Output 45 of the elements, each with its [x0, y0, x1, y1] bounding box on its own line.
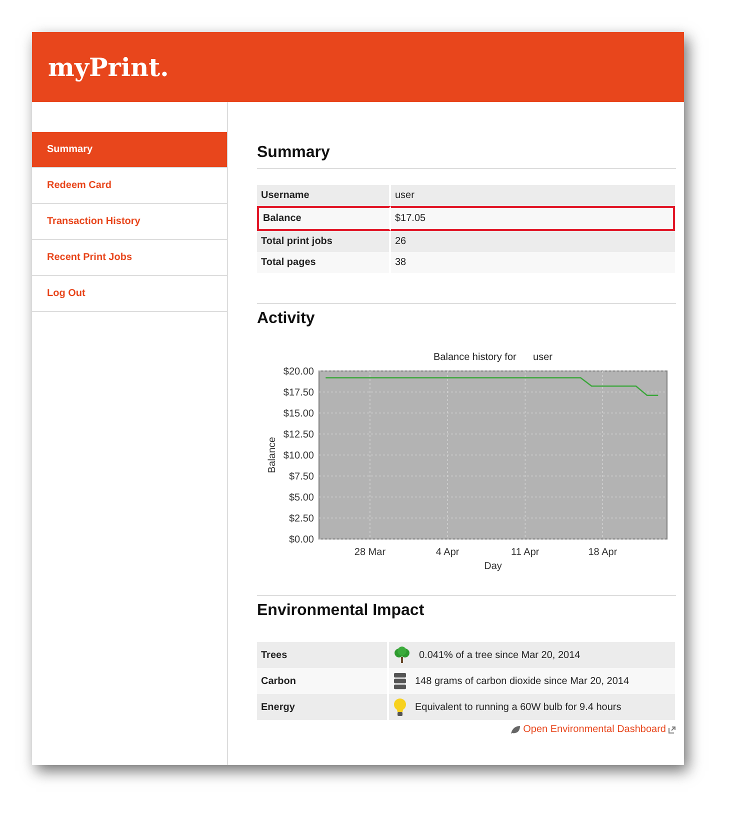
y-tick-label: $7.50 [288, 472, 314, 482]
tree-icon [393, 646, 411, 664]
row-label: Total print jobs [257, 231, 391, 252]
stack-icon [393, 672, 407, 690]
x-tick-label: 18 Apr [588, 547, 618, 558]
sidebar-item[interactable]: Log Out [32, 276, 227, 312]
external-link-icon [668, 726, 676, 734]
sidebar-item[interactable]: Summary [32, 132, 227, 168]
row-value: user [391, 185, 675, 206]
section-heading: Activity [257, 310, 316, 329]
y-tick-label: $2.50 [288, 514, 314, 524]
sidebar-item[interactable]: Transaction History [32, 204, 227, 240]
chart-title: Balance history for user [434, 352, 552, 363]
x-tick-label: 28 Mar [354, 547, 386, 558]
row-value: $17.05 [391, 206, 675, 231]
x-axis-label: Day [484, 561, 502, 572]
row-label: Total pages [257, 252, 391, 273]
row-label: Username [257, 185, 391, 206]
row-value: 38 [391, 252, 675, 273]
row-label: Carbon [257, 668, 389, 694]
sidebar-item[interactable]: Redeem Card [32, 168, 227, 204]
y-tick-label: $12.50 [283, 430, 314, 440]
y-tick-label: $0.00 [288, 534, 314, 546]
app-logo: myPrint. [48, 52, 169, 82]
x-tick-label: 11 Apr [511, 547, 540, 558]
row-value: 26 [391, 231, 675, 252]
row-label: Balance [257, 206, 391, 231]
sidebar-item[interactable]: Recent Print Jobs [32, 240, 227, 276]
y-tick-label: $10.00 [283, 450, 314, 462]
section-heading: Summary [257, 144, 676, 169]
y-axis-label: Balance [267, 436, 278, 474]
y-tick-label: $17.50 [283, 388, 314, 398]
row-label: Trees [257, 642, 389, 668]
dashboard-link[interactable]: Open Environmental Dashboard [523, 724, 666, 735]
x-tick-label: 4 Apr [436, 547, 460, 558]
row-value: 148 grams of carbon dioxide since Mar 20, 2014 [415, 676, 630, 686]
y-tick-label: $20.00 [283, 366, 314, 378]
row-label: Energy [257, 694, 389, 720]
section-heading: Environmental Impact [257, 602, 426, 621]
row-value: Equivalent to running a 60W bulb for 9.4 hours [415, 702, 622, 712]
light-bulb-icon [393, 698, 407, 716]
row-value: 0.041% of a tree since Mar 20, 2014 [419, 650, 580, 660]
leaf-icon [510, 724, 522, 734]
y-tick-label: $15.00 [283, 408, 314, 420]
y-tick-label: $5.00 [288, 492, 314, 504]
